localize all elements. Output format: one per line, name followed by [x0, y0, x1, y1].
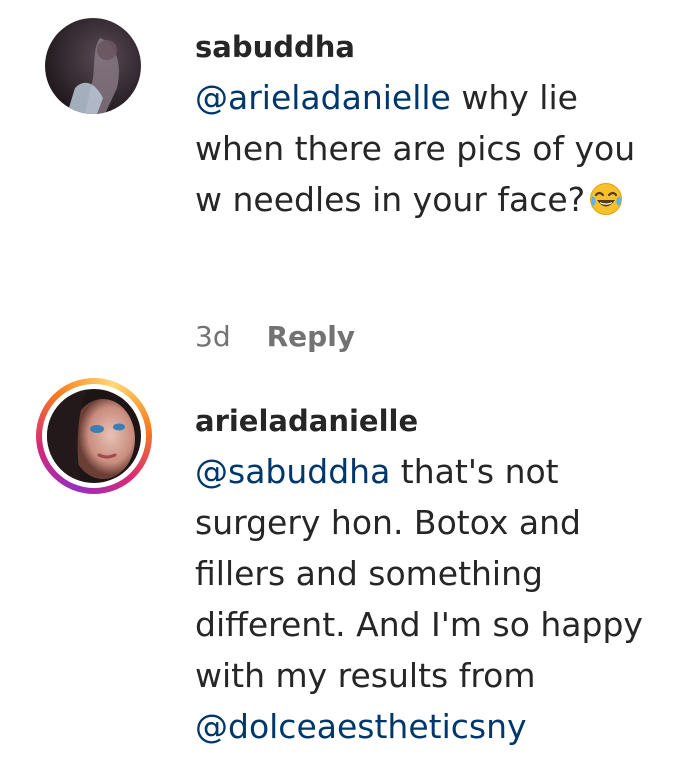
- mention-link[interactable]: @arieladanielle: [195, 78, 451, 117]
- mention-link[interactable]: @sabuddha: [195, 452, 390, 491]
- comment-text: @arieladanielle why lie when there are p…: [195, 72, 665, 225]
- comment-arieladanielle: arieladanielle @sabuddha that's not surg…: [0, 370, 680, 768]
- avatar-image: [47, 389, 141, 483]
- reply-button[interactable]: Reply: [267, 320, 355, 353]
- comment-username[interactable]: sabuddha: [195, 30, 355, 64]
- comment-username[interactable]: arieladanielle: [195, 404, 418, 438]
- avatar-image: [45, 18, 141, 114]
- comment-sabuddha: sabuddha @arieladanielle why lie when th…: [0, 0, 680, 370]
- avatar-arieladanielle[interactable]: [47, 389, 141, 483]
- mention-link[interactable]: @dolceaestheticsny: [195, 707, 527, 746]
- comment-text: @sabuddha that's not surgery hon. Botox …: [195, 446, 665, 752]
- comment-meta: 3d Reply: [195, 320, 355, 354]
- avatar-sabuddha[interactable]: [45, 18, 141, 114]
- comment-timestamp: 3d: [195, 320, 231, 353]
- face-with-tears-of-joy-icon: [589, 182, 623, 216]
